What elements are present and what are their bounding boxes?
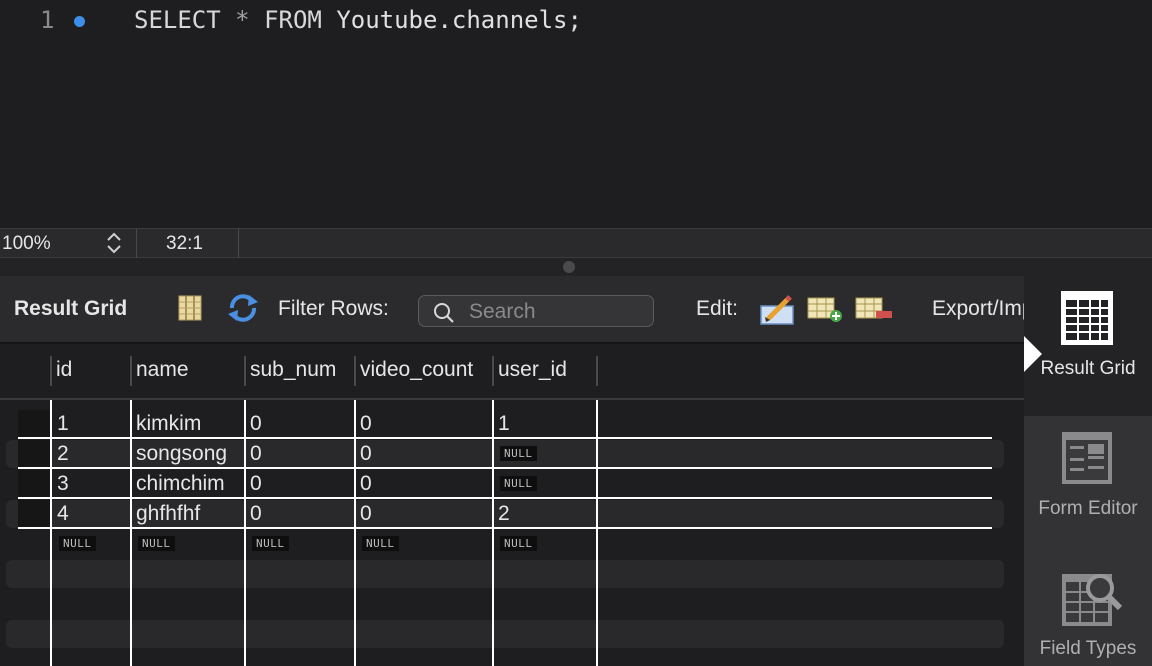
grid-line: [130, 400, 132, 666]
result-grid-icon: [1061, 291, 1113, 345]
column-header-name[interactable]: name: [136, 358, 189, 382]
edit-label: Edit:: [696, 297, 739, 320]
column-header-id[interactable]: id: [56, 358, 72, 382]
grid-line: [596, 400, 598, 666]
grid-line: [244, 400, 246, 666]
panel-splitter[interactable]: [0, 258, 1152, 276]
row-header[interactable]: [18, 410, 50, 438]
line-number: 1: [40, 6, 55, 34]
grid-line: [18, 437, 992, 439]
cell-user-id[interactable]: 2: [498, 502, 510, 526]
grid-line: [354, 400, 356, 666]
cell-video-count[interactable]: 0: [360, 442, 372, 466]
column-header-video-count[interactable]: video_count: [360, 358, 473, 382]
cell-user-id[interactable]: 1: [498, 412, 510, 436]
zoom-level: 100%: [2, 233, 51, 254]
row-stripe: [6, 620, 1004, 648]
side-tab-result-grid[interactable]: Result Grid: [1024, 276, 1152, 416]
cell-id[interactable]: 2: [57, 442, 69, 466]
edit-row-icon[interactable]: [758, 292, 796, 326]
sql-keyword-select: SELECT: [134, 6, 221, 34]
filter-search-box[interactable]: [418, 295, 654, 327]
cursor-position: 32:1: [166, 233, 203, 254]
column-header-sub-num[interactable]: sub_num: [250, 358, 336, 382]
row-header[interactable]: [18, 440, 50, 468]
cell-name[interactable]: kimkim: [136, 412, 201, 436]
null-badge[interactable]: NULL: [138, 536, 175, 551]
sql-editor[interactable]: 1 SELECT * FROM Youtube.channels;: [0, 0, 1152, 228]
sql-star: *: [235, 6, 250, 34]
cell-sub-num[interactable]: 0: [250, 502, 262, 526]
sql-table-name: Youtube.channels;: [336, 6, 582, 34]
side-panel: Result Grid Form Editor Field Types: [1024, 276, 1152, 666]
status-divider: [136, 229, 137, 259]
delete-row-icon[interactable]: [854, 294, 894, 324]
cell-id[interactable]: 1: [57, 412, 69, 436]
column-header-user-id[interactable]: user_id: [498, 358, 567, 382]
filter-search-input[interactable]: [469, 300, 649, 324]
side-tab-label: Field Types: [1039, 638, 1137, 659]
cell-sub-num[interactable]: 0: [250, 472, 262, 496]
form-editor-icon: [1062, 432, 1112, 484]
status-divider: [238, 229, 239, 259]
cell-name[interactable]: ghfhfhf: [136, 502, 200, 526]
result-toolbar: Result Grid Filter Rows: Edit:: [0, 276, 1024, 344]
cell-id[interactable]: 4: [57, 502, 69, 526]
cell-video-count[interactable]: 0: [360, 502, 372, 526]
column-separator[interactable]: [244, 356, 246, 386]
result-grid-title: Result Grid: [14, 297, 128, 320]
row-header[interactable]: [18, 500, 50, 528]
editor-status-bar: 100% 32:1: [0, 228, 1152, 259]
null-badge[interactable]: NULL: [500, 536, 537, 551]
grid-line: [492, 400, 494, 666]
cell-name[interactable]: chimchim: [136, 472, 225, 496]
column-separator[interactable]: [50, 356, 52, 386]
toggle-columns-icon[interactable]: [176, 294, 204, 322]
result-grid[interactable]: id name sub_num video_count user_id 1 ki…: [0, 344, 1024, 666]
grid-line: [50, 400, 52, 666]
search-icon: [434, 303, 454, 323]
filter-rows-label: Filter Rows:: [278, 297, 389, 320]
cell-name[interactable]: songsong: [136, 442, 227, 466]
side-tab-label: Form Editor: [1038, 498, 1138, 519]
cell-sub-num[interactable]: 0: [250, 412, 262, 436]
refresh-icon[interactable]: [226, 292, 260, 324]
cell-video-count[interactable]: 0: [360, 412, 372, 436]
null-badge[interactable]: NULL: [59, 536, 96, 551]
grid-line: [18, 497, 992, 499]
column-separator[interactable]: [596, 356, 598, 386]
sql-query[interactable]: SELECT * FROM Youtube.channels;: [134, 6, 582, 34]
sql-keyword-from: FROM: [264, 6, 322, 34]
cell-id[interactable]: 3: [57, 472, 69, 496]
null-badge[interactable]: NULL: [500, 476, 537, 491]
zoom-stepper-icon[interactable]: [104, 231, 124, 255]
side-tab-field-types[interactable]: Field Types: [1024, 556, 1152, 666]
add-row-icon[interactable]: [806, 294, 844, 324]
statement-marker-icon: [74, 16, 85, 27]
row-header[interactable]: [18, 470, 50, 498]
null-badge[interactable]: NULL: [362, 536, 399, 551]
grid-line: [18, 467, 992, 469]
cell-video-count[interactable]: 0: [360, 472, 372, 496]
grid-line: [18, 527, 992, 529]
side-tab-form-editor[interactable]: Form Editor: [1024, 416, 1152, 556]
null-badge[interactable]: NULL: [500, 446, 537, 461]
null-badge[interactable]: NULL: [252, 536, 289, 551]
column-separator[interactable]: [492, 356, 494, 386]
header-bottom-border: [0, 398, 1024, 400]
side-tab-label: Result Grid: [1040, 358, 1136, 379]
splitter-handle[interactable]: [563, 261, 575, 273]
column-separator[interactable]: [354, 356, 356, 386]
row-stripe: [6, 560, 1004, 588]
export-import-label[interactable]: Export/Import:: [932, 297, 1024, 321]
field-types-icon: [1062, 574, 1123, 626]
cell-sub-num[interactable]: 0: [250, 442, 262, 466]
column-separator[interactable]: [130, 356, 132, 386]
